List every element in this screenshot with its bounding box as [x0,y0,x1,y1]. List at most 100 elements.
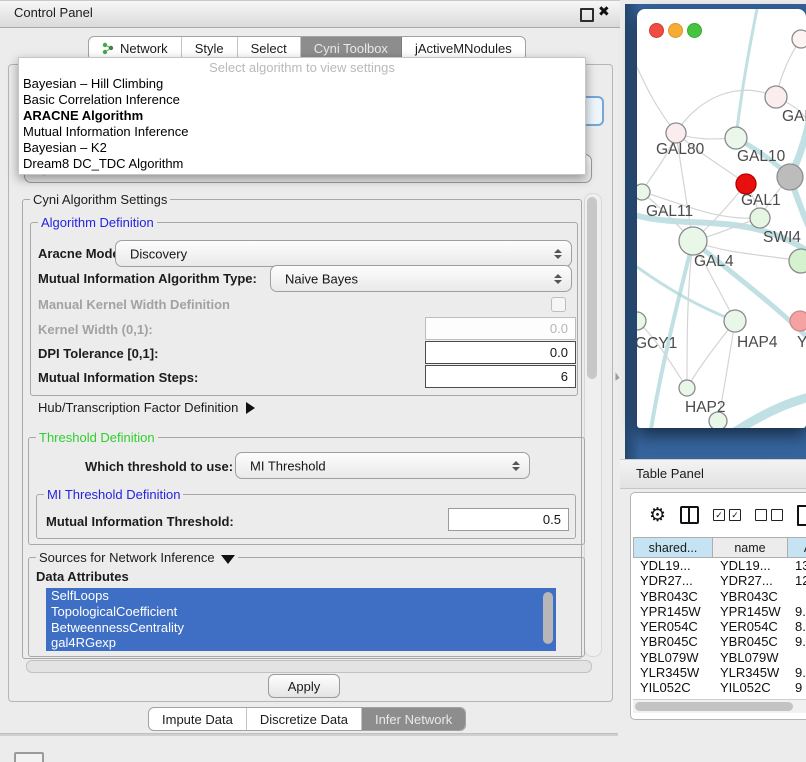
table-cell[interactable]: 9 [788,680,806,695]
table-cell[interactable]: YBL079W [633,650,713,665]
network-canvas[interactable]: GALGAL80GAL10GAL1GAL11SWI4GAL4GCY1HAP4YH… [637,9,806,428]
column-header-name[interactable]: name [713,537,788,558]
network-node[interactable] [736,174,756,194]
network-node-gal80[interactable] [666,123,686,143]
table-cell[interactable]: YBR043C [713,589,788,604]
table-cell[interactable] [788,589,806,604]
mi-steps-field[interactable]: 6 [425,365,576,388]
table-cell[interactable]: 12 [788,573,806,588]
attributes-scrollbar-thumb[interactable] [543,592,553,644]
table-body[interactable]: YDL19...YDL19...13YDR27...YDR27...12YBR0… [633,558,806,696]
network-node[interactable] [777,164,803,190]
network-edge[interactable] [687,321,735,388]
table-cell[interactable]: YDR27... [633,573,713,588]
kernel-width-field[interactable]: 0.0 [425,317,576,340]
sources-legend[interactable]: Sources for Network Inference [36,550,238,565]
table-row[interactable]: YBL079WYBL079W [633,650,806,665]
network-node-hap2[interactable] [679,380,695,396]
algorithm-option[interactable]: ARACNE Algorithm [19,108,585,124]
table-cell[interactable]: YER054C [633,619,713,634]
table-cell[interactable]: 13 [788,558,806,573]
float-window-icon[interactable] [580,8,594,22]
which-threshold-combo[interactable]: MI Threshold [235,452,530,479]
table-row[interactable]: YBR045CYBR045C9. [633,634,806,649]
network-edge[interactable] [676,90,776,133]
expand-right-icon[interactable] [246,402,255,414]
algorithm-option[interactable]: Dream8 DC_TDC Algorithm [19,156,585,172]
network-node-gal4[interactable] [679,227,707,255]
table-cell[interactable]: 9. [788,634,806,649]
hub-definition-expander[interactable]: Hub/Transcription Factor Definition [38,400,255,415]
table-cell[interactable]: 9. [788,604,806,619]
mi-type-combo[interactable]: Naive Bayes [270,265,572,292]
table-cell[interactable]: YPR145W [713,604,788,619]
attribute-item[interactable]: TopologicalCoefficient [46,604,556,620]
table-cell[interactable]: YBR045C [633,634,713,649]
mi-threshold-field[interactable]: 0.5 [448,508,569,531]
network-node-gal1[interactable] [750,208,770,228]
table-cell[interactable]: YDL19... [633,558,713,573]
network-node-gal11[interactable] [637,184,650,200]
table-cell[interactable]: YIL052C [713,680,788,695]
manual-kernel-checkbox[interactable] [551,297,566,312]
attribute-item[interactable]: BetweennessCentrality [46,620,556,636]
table-row[interactable]: YDR27...YDR27...12 [633,573,806,588]
collapse-down-icon[interactable] [221,555,235,564]
network-node-swi4[interactable] [789,249,806,273]
select-all-icon[interactable]: ✓✓ [713,509,741,521]
table-cell[interactable]: 8. [788,619,806,634]
gear-icon[interactable]: ⚙ [649,506,666,525]
deselect-all-icon[interactable] [755,509,783,521]
data-attributes-list[interactable]: SelfLoopsTopologicalCoefficientBetweenne… [46,588,556,651]
table-horizontal-scrollbar-thumb[interactable] [635,702,793,711]
table-cell[interactable]: YPR145W [633,604,713,619]
column-header-shared-name[interactable]: shared... [633,537,713,558]
table-row[interactable]: YDL19...YDL19...13 [633,558,806,573]
attribute-item[interactable]: gal4RGexp [46,635,556,651]
algorithm-option[interactable]: Bayesian – Hill Climbing [19,76,585,92]
table-horizontal-scrollbar[interactable] [633,699,806,713]
table-cell[interactable]: YER054C [713,619,788,634]
table-row[interactable]: YPR145WYPR145W9. [633,604,806,619]
tab-discretize-data[interactable]: Discretize Data [247,708,362,730]
table-cell[interactable]: 9. [788,665,806,680]
aracne-mode-combo[interactable]: Discovery [115,240,572,267]
table-row[interactable]: YER054CYER054C8. [633,619,806,634]
table-row[interactable]: YBR043CYBR043C [633,589,806,604]
apply-button[interactable]: Apply [268,674,340,698]
table-cell[interactable]: YIL052C [633,680,713,695]
table-cell[interactable]: YLR345W [713,665,788,680]
network-node-gcy1[interactable] [637,312,646,330]
table-cell[interactable]: YLR345W [633,665,713,680]
attribute-item[interactable]: SelfLoops [46,588,556,604]
network-node-hap4[interactable] [724,310,746,332]
table-cell[interactable]: YDL19... [713,558,788,573]
table-cell[interactable]: YDR27... [713,573,788,588]
settings-horizontal-scrollbar[interactable] [26,660,592,673]
table-row[interactable]: YIL052CYIL052C9 [633,680,806,695]
table-cell[interactable]: YBR043C [633,589,713,604]
network-node[interactable] [792,30,806,48]
tab-impute-data[interactable]: Impute Data [149,708,247,730]
network-edge[interactable] [637,67,676,133]
column-header-partial[interactable]: A [788,537,806,558]
settings-vertical-scrollbar[interactable] [584,193,602,657]
algorithm-option[interactable]: Mutual Information Inference [19,124,585,140]
table-row[interactable]: YLR345WYLR345W9. [633,665,806,680]
network-node-y[interactable] [790,311,806,331]
tab-infer-network[interactable]: Infer Network [362,708,465,730]
network-edge[interactable] [733,395,806,428]
network-view-window[interactable]: GALGAL80GAL10GAL1GAL11SWI4GAL4GCY1HAP4YH… [637,9,806,428]
table-cell[interactable]: YBL079W [713,650,788,665]
algorithm-option[interactable]: Basic Correlation Inference [19,92,585,108]
network-edge[interactable] [736,9,757,138]
network-node-gal[interactable] [765,86,787,108]
collapsed-panel-icon[interactable] [14,752,44,762]
table-cell[interactable]: YBR045C [713,634,788,649]
network-node-gal10[interactable] [725,127,747,149]
settings-vertical-scrollbar-thumb[interactable] [587,197,597,379]
dpi-tolerance-field[interactable]: 0.0 [425,341,576,364]
close-icon[interactable]: ✖ [598,3,610,20]
export-table-icon[interactable] [797,505,806,526]
table-cell[interactable] [788,650,806,665]
